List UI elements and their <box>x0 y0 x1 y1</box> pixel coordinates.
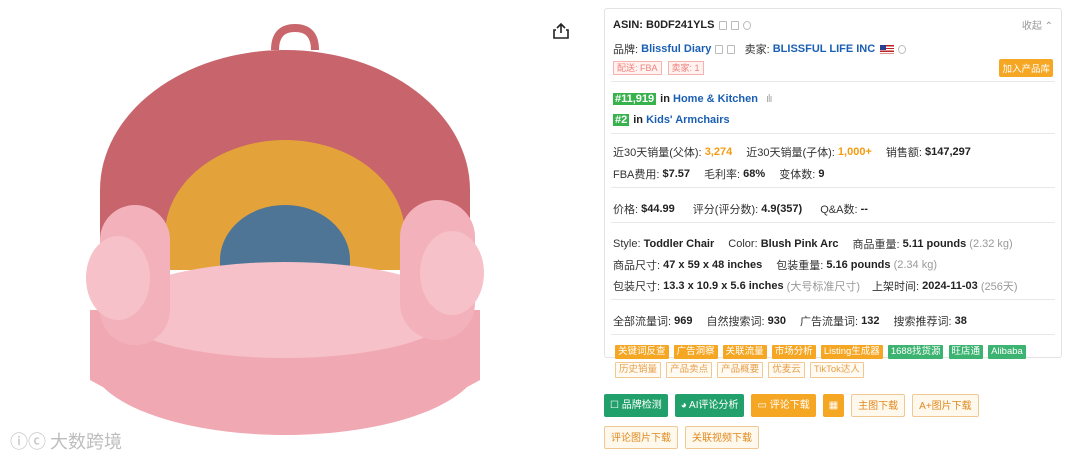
watermark-logo-icon: ⓘⓒ <box>10 432 46 453</box>
action-buttons-row-1: ☐ 品牌检测 ◕ AI评论分析 ▭ 评论下载 ▦ 主图下载 A+图片下载 <box>604 394 979 417</box>
copy-alt-icon[interactable] <box>730 20 739 30</box>
product-image <box>86 23 484 435</box>
attributes-row-2: 商品尺寸: 47 x 59 x 48 inches 包装重量: 5.16 pou… <box>613 259 937 272</box>
tag-related-traffic[interactable]: 关联流量 <box>722 345 767 359</box>
review-download-button[interactable]: ▭ 评论下载 <box>751 394 816 417</box>
copy-icon[interactable] <box>718 20 727 30</box>
related-video-download-button[interactable]: 关联视频下载 <box>685 426 759 449</box>
fulfillment-tags: 配送: FBA 卖家: 1 <box>613 61 710 75</box>
rank-row-1: #11,919 in Home & Kitchen ılı <box>613 93 772 105</box>
add-to-library-button[interactable]: 加入产品库 <box>999 59 1053 77</box>
divider <box>611 222 1055 223</box>
tag-selling-points[interactable]: 产品卖点 <box>666 362 713 378</box>
aplus-image-download-button[interactable]: A+图片下载 <box>912 394 979 417</box>
tag-tiktok-influencer[interactable]: TikTok达人 <box>809 362 864 378</box>
seller-link[interactable]: BLISSFUL LIFE INC <box>773 43 875 55</box>
main-image-download-button[interactable]: 主图下载 <box>851 394 906 417</box>
share-icon[interactable] <box>552 22 570 40</box>
category-link[interactable]: Home & Kitchen <box>673 93 758 105</box>
tag-wangdiantong[interactable]: 旺店通 <box>948 345 984 359</box>
action-buttons-row-2: 评论图片下载 关联视频下载 <box>604 426 759 449</box>
comment-icon: ▭ <box>757 400 767 411</box>
rank-row-2: #2 in Kids' Armchairs <box>613 114 730 126</box>
subcategory-link[interactable]: Kids' Armchairs <box>646 114 730 126</box>
keywords-row: 全部流量词: 969 自然搜索词: 930 广告流量词: 132 搜索推荐词: … <box>613 315 967 328</box>
tag-ad-insights[interactable]: 广告洞察 <box>673 345 718 359</box>
tag-youmaiyun[interactable]: 优麦云 <box>768 362 805 378</box>
tag-keyword-reverse[interactable]: 关键词反查 <box>615 345 669 359</box>
asin-row: ASIN: B0DF241YLS <box>613 19 751 31</box>
ai-review-button[interactable]: ◕ AI评论分析 <box>674 394 745 417</box>
tag-market-analysis[interactable]: 市场分析 <box>771 345 816 359</box>
review-image-download-button[interactable]: 评论图片下载 <box>604 426 678 449</box>
location-icon[interactable] <box>898 44 907 54</box>
tag-listing-generator[interactable]: Listing生成器 <box>820 345 883 359</box>
tag-product-summary[interactable]: 产品概要 <box>717 362 764 378</box>
divider <box>611 81 1055 82</box>
fba-tag: 配送: FBA <box>613 61 662 75</box>
tag-alibaba[interactable]: Alibaba <box>988 345 1026 359</box>
location-icon[interactable] <box>742 20 751 30</box>
external-link-icon[interactable] <box>727 44 736 54</box>
product-info-panel: 收起 ⌃ ASIN: B0DF241YLS 品牌: Blissful Diary… <box>604 8 1062 378</box>
calculator-icon: ▦ <box>828 400 839 411</box>
divider <box>611 299 1055 300</box>
asin-value: B0DF241YLS <box>646 19 715 31</box>
price-row: 价格: $44.99 评分(评分数): 4.9(357) Q&A数: -- <box>613 203 868 216</box>
brand-link[interactable]: Blissful Diary <box>641 43 711 55</box>
seller-count-tag: 卖家: 1 <box>667 61 704 75</box>
divider <box>611 187 1055 188</box>
brand-check-button[interactable]: ☐ 品牌检测 <box>604 394 668 417</box>
pie-chart-icon: ◕ <box>680 400 687 411</box>
collapse-button[interactable]: 收起 ⌃ <box>1022 17 1053 32</box>
tool-tags: 关键词反查 广告洞察 关联流量 市场分析 Listing生成器 1688找货源 … <box>615 345 1055 381</box>
sales-row: 近30天销量(父体): 3,274 近30天销量(子体): 1,000+ 销售额… <box>613 146 971 159</box>
brand-row: 品牌: Blissful Diary 卖家: BLISSFUL LIFE INC <box>613 41 907 57</box>
attributes-row-1: Style: Toddler Chair Color: Blush Pink A… <box>613 238 1013 251</box>
bar-chart-icon[interactable]: ılı <box>766 93 772 105</box>
divider <box>611 334 1055 335</box>
fee-row: FBA费用: $7.57 毛利率: 68% 变体数: 9 <box>613 168 825 181</box>
attributes-row-3: 包装尺寸: 13.3 x 10.9 x 5.6 inches (大号标准尺寸) … <box>613 280 1018 293</box>
watermark: ⓘⓒ 大数跨境 <box>10 428 122 454</box>
copy-icon[interactable] <box>715 44 724 54</box>
tag-history-sales[interactable]: 历史销量 <box>615 362 662 378</box>
checkbox-icon: ☐ <box>610 400 619 411</box>
calculator-button[interactable]: ▦ <box>822 394 845 417</box>
divider <box>611 133 1055 134</box>
tag-1688-sourcing[interactable]: 1688找货源 <box>887 345 944 359</box>
us-flag-icon <box>880 44 895 54</box>
